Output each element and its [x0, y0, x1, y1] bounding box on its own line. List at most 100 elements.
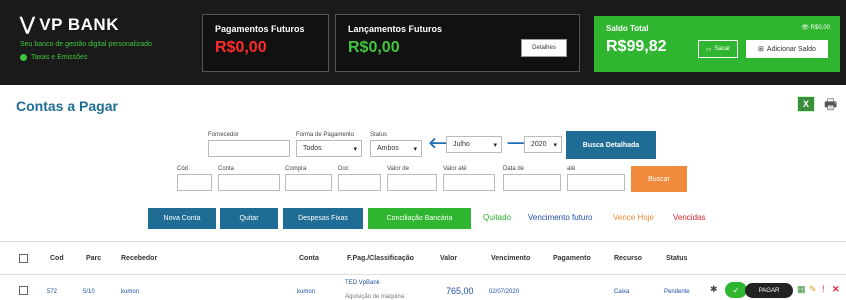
col-valor[interactable]: Valor — [440, 255, 457, 262]
adicionar-saldo-button[interactable]: ⊞ Adicionar Saldo — [746, 40, 828, 58]
filter-quitado[interactable]: Quitado — [483, 213, 511, 222]
doc-label: Doc — [338, 166, 349, 172]
row-parc: 5/10 — [83, 289, 95, 295]
busca-detalhada-button[interactable]: Busca Detalhada — [566, 131, 656, 159]
header-bar: ⋁ VP BANK Seu banco de gestão digital pe… — [0, 0, 846, 85]
col-status[interactable]: Status — [666, 255, 687, 262]
nova-conta-button[interactable]: Nova Conta — [148, 208, 216, 229]
saldo-total-label: Saldo Total — [606, 24, 649, 33]
info-icon[interactable]: ! — [822, 284, 825, 294]
edit-pencil-icon[interactable]: ✎ — [809, 284, 817, 294]
pagamentos-futuros-value: R$0,00 — [215, 39, 267, 56]
sacar-button[interactable]: ▭ Sacar — [698, 40, 738, 58]
row-conta: kumon — [297, 289, 316, 295]
filter-vence-hoje[interactable]: Vence Hoje — [613, 213, 654, 222]
conta-label: Conta — [218, 166, 235, 172]
buscar-button[interactable]: Buscar — [631, 166, 687, 192]
saldo-eye-toggle[interactable]: 👁 R$0,00 — [801, 24, 830, 31]
valor-ate-label: Valor até — [443, 166, 467, 172]
compra-label: Compra — [285, 166, 307, 172]
chevron-down-icon: ▾ — [493, 142, 497, 149]
month-select[interactable]: Julho ▾ — [446, 136, 502, 153]
saldo-total-value: R$99,82 — [606, 38, 667, 55]
receipt-icon[interactable]: ▦ — [797, 284, 806, 294]
row-classificacao: Aquisição de máquina — [345, 294, 405, 300]
col-fpag-classificacao[interactable]: F.Pag./Classificação — [347, 255, 414, 262]
status-select[interactable]: Ambos ▾ — [370, 140, 422, 157]
row-valor: 765,00 — [446, 286, 474, 296]
compra-input[interactable] — [285, 174, 332, 191]
row-status: Pendente — [664, 289, 690, 295]
year-value: 2020 — [531, 141, 547, 148]
info-dot-icon — [20, 54, 27, 61]
col-recurso[interactable]: Recurso — [614, 255, 642, 262]
forma-pagamento-label: Forma de Pagamento — [296, 132, 355, 138]
forma-pagamento-select[interactable]: Todos ▾ — [296, 140, 362, 157]
row-fpag: TED VpBank — [345, 280, 380, 286]
row-recurso: Caixa — [614, 289, 630, 295]
row-recebedor: kumon — [121, 289, 140, 295]
filter-vencimento-futuro[interactable]: Vencimento futuro — [528, 213, 592, 222]
conta-input[interactable] — [218, 174, 280, 191]
brand: ⋁ VP BANK Seu banco de gestão digital pe… — [20, 14, 152, 61]
doc-input[interactable] — [338, 174, 381, 191]
page-title: Contas a Pagar — [16, 98, 118, 114]
col-conta[interactable]: Conta — [299, 255, 319, 262]
pagar-button[interactable]: PAGAR — [745, 283, 793, 298]
cod-input[interactable] — [177, 174, 212, 191]
col-vencimento[interactable]: Vencimento — [491, 255, 530, 262]
data-de-input[interactable] — [503, 174, 561, 191]
delete-x-icon[interactable]: ✕ — [832, 284, 840, 294]
col-recebedor[interactable]: Recebedor — [121, 255, 157, 262]
chevron-down-icon: ▾ — [413, 146, 417, 153]
taxas-link[interactable]: Taxas e Emissões — [20, 54, 152, 61]
data-de-label: Data de — [503, 166, 525, 172]
vp-logo-icon: ⋁ — [20, 14, 36, 34]
attachment-icon[interactable]: ✱ — [710, 284, 718, 294]
pagamentos-futuros-panel: Pagamentos Futuros R$0,00 — [202, 14, 329, 72]
chevron-down-icon: ▾ — [353, 146, 357, 153]
forma-pagamento-value: Todos — [303, 145, 322, 152]
sacar-label: Sacar — [714, 46, 731, 52]
wallet-icon: ▭ — [705, 46, 712, 53]
select-all-checkbox[interactable] — [19, 254, 28, 263]
valor-de-input[interactable] — [387, 174, 437, 191]
status-label: Status — [370, 132, 388, 138]
despesas-fixas-button[interactable]: Despesas Fixas — [283, 208, 363, 229]
valor-de-label: Valor de — [387, 166, 409, 172]
detalhes-button[interactable]: Detalhes — [521, 39, 567, 57]
brand-name: VP BANK — [39, 14, 119, 34]
valor-ate-input[interactable] — [443, 174, 495, 191]
row-vencimento: 02/07/2020 — [489, 289, 520, 295]
chevron-down-icon: ▾ — [553, 142, 557, 149]
quitar-button[interactable]: Quitar — [220, 208, 278, 229]
col-parc[interactable]: Parc — [86, 255, 101, 262]
fornecedor-label: Fornecedor — [208, 132, 239, 138]
plus-box-icon: ⊞ — [758, 46, 764, 53]
lancamentos-futuros-label: Lançamentos Futuros — [348, 24, 443, 34]
data-ate-input[interactable] — [567, 174, 625, 191]
brand-tagline: Seu banco de gestão digital personalizad… — [20, 41, 152, 48]
month-value: Julho — [453, 141, 470, 148]
excel-export-icon[interactable]: X — [797, 96, 815, 112]
status-value: Ambos — [377, 145, 399, 152]
col-cod[interactable]: Cod — [50, 255, 64, 262]
lancamentos-futuros-value: R$0,00 — [348, 39, 400, 56]
brand-logo[interactable]: ⋁ VP BANK — [20, 14, 152, 35]
saldo-total-panel: Saldo Total 👁 R$0,00 R$99,82 ▭ Sacar ⊞ A… — [594, 16, 840, 72]
cod-label: Cód — [177, 166, 189, 172]
adicionar-saldo-label: Adicionar Saldo — [766, 45, 816, 53]
col-pagamento[interactable]: Pagamento — [553, 255, 591, 262]
pagamentos-futuros-label: Pagamentos Futuros — [215, 24, 305, 34]
data-ate-label: até — [567, 166, 576, 172]
row-checkbox[interactable] — [19, 286, 28, 295]
filter-vencidas[interactable]: Vencidas — [673, 213, 705, 222]
pay-toggle-icon[interactable]: ✓ — [725, 282, 747, 298]
print-icon[interactable]: 🖶 — [824, 96, 844, 112]
year-select[interactable]: 2020 ▾ — [524, 136, 562, 153]
taxas-link-label: Taxas e Emissões — [31, 54, 88, 61]
lancamentos-futuros-panel: Lançamentos Futuros R$0,00 Detalhes — [335, 14, 580, 72]
conciliacao-bancaria-button[interactable]: Conciliação Bancária — [368, 208, 471, 229]
row-cod: 572 — [47, 289, 58, 295]
fornecedor-input[interactable] — [208, 140, 290, 157]
